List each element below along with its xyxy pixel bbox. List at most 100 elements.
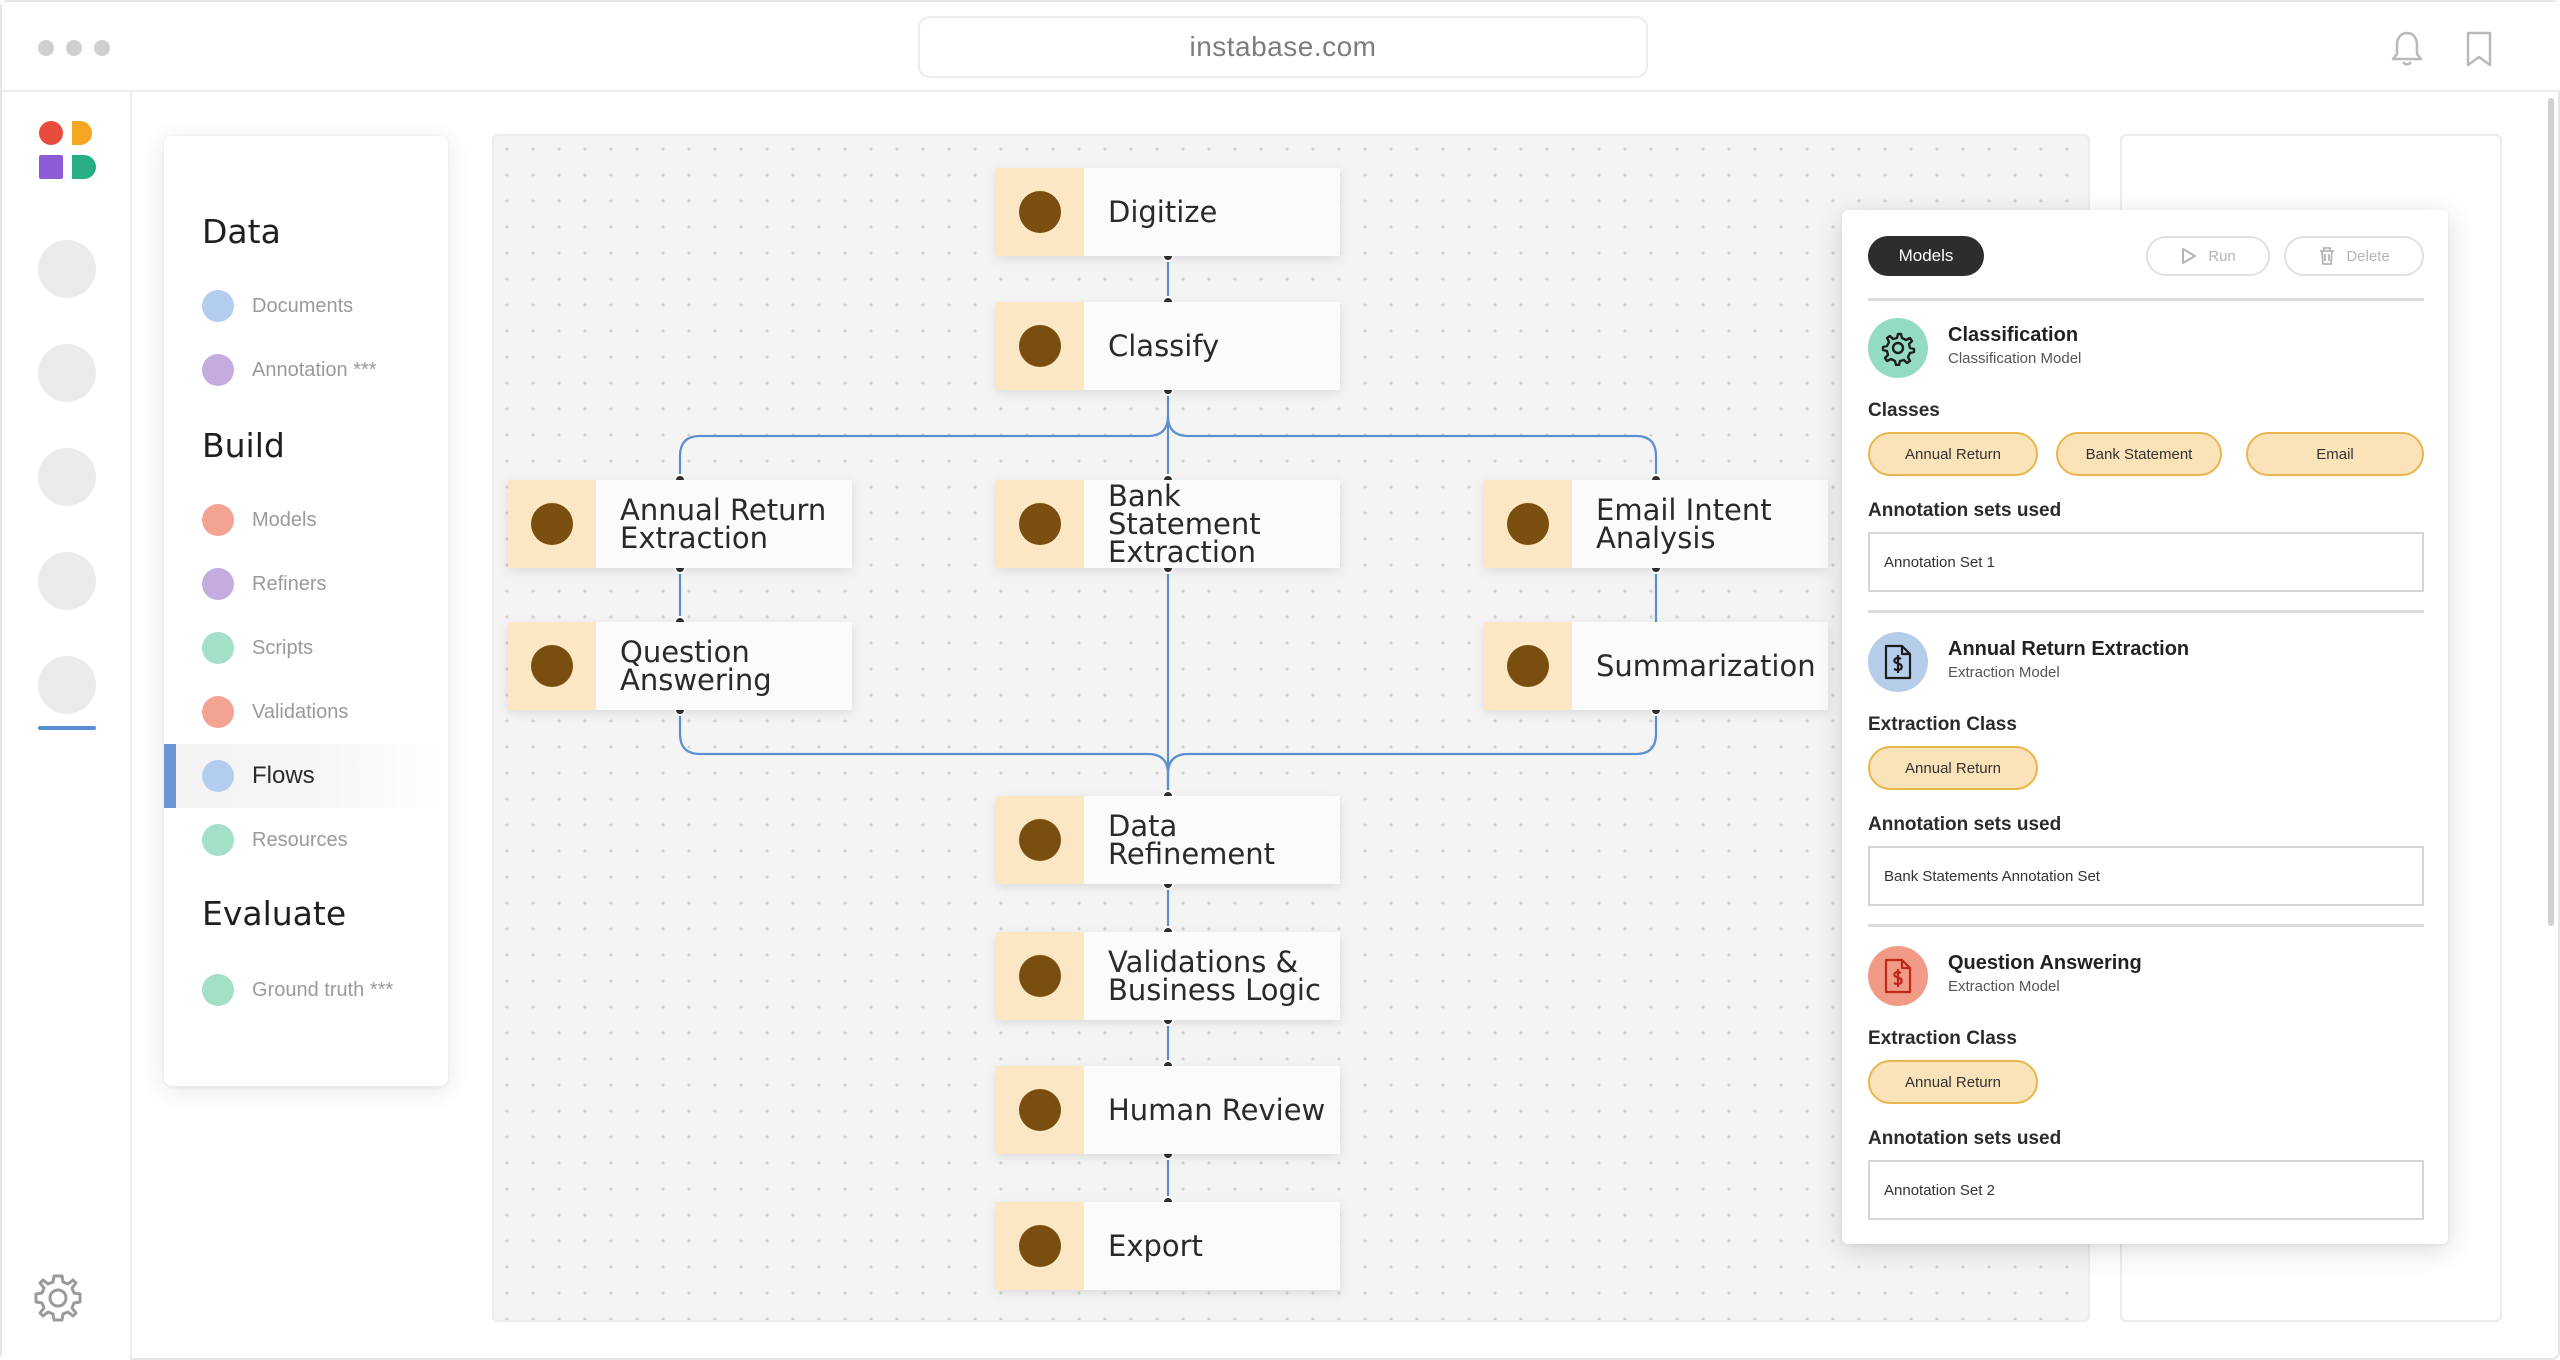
- window-control-dot[interactable]: [38, 40, 54, 56]
- model-type: Extraction Model: [1948, 978, 2060, 995]
- run-button[interactable]: Run: [2146, 236, 2270, 276]
- rail-nav-item[interactable]: [38, 344, 96, 402]
- nav-item-label: Documents: [252, 294, 354, 317]
- nav-section-title: Build: [202, 426, 285, 465]
- classes-label: Classes: [1868, 400, 1940, 421]
- extraction-class-label: Extraction Class: [1868, 714, 2017, 735]
- node-handle[interactable]: [996, 796, 1084, 884]
- flow-node-summarization[interactable]: Summarization: [1484, 622, 1828, 710]
- node-status-dot: [1019, 325, 1061, 367]
- node-label: Annual Return Extraction: [620, 493, 827, 555]
- class-tag[interactable]: Bank Statement: [2056, 432, 2222, 476]
- node-status-dot: [1019, 503, 1061, 545]
- dollar-document-icon: [1884, 644, 1912, 680]
- flow-node-annual-return-extraction[interactable]: Annual Return Extraction: [508, 480, 852, 568]
- nav-item-dot: [202, 290, 234, 322]
- nav-item-label: Flows: [252, 762, 315, 789]
- nav-item-annotation[interactable]: Annotation ***: [164, 338, 448, 402]
- model-icon: [1868, 632, 1928, 692]
- nav-item-ground-truth[interactable]: Ground truth ***: [164, 958, 448, 1022]
- rail-nav-item[interactable]: [38, 552, 96, 610]
- node-label: Digitize: [1108, 195, 1218, 229]
- nav-item-resources[interactable]: Resources: [164, 808, 448, 872]
- class-tag[interactable]: Annual Return: [1868, 432, 2038, 476]
- nav-item-scripts[interactable]: Scripts: [164, 616, 448, 680]
- address-bar[interactable]: instabase.com: [918, 16, 1648, 78]
- node-handle[interactable]: [508, 480, 596, 568]
- rail-nav-item[interactable]: [38, 240, 96, 298]
- node-label: Question Answering: [620, 635, 772, 697]
- nav-item-refiners[interactable]: Refiners: [164, 552, 448, 616]
- divider: [1868, 610, 2424, 613]
- node-handle[interactable]: [996, 302, 1084, 390]
- model-name: Question Answering: [1948, 952, 2142, 974]
- nav-item-validations[interactable]: Validations: [164, 680, 448, 744]
- window-control-dot[interactable]: [94, 40, 110, 56]
- nav-item-dot: [202, 696, 234, 728]
- class-tag[interactable]: Email: [2246, 432, 2424, 476]
- section-nav-card: Data Documents Annotation *** Build Mode…: [164, 136, 448, 1086]
- model-icon: [1868, 318, 1928, 378]
- rail-nav-item[interactable]: [38, 448, 96, 506]
- nav-item-label: Validations: [252, 700, 349, 723]
- node-status-dot: [1507, 503, 1549, 545]
- annotation-set-field[interactable]: Bank Statements Annotation Set: [1868, 846, 2424, 906]
- gear-cog-icon: [1881, 332, 1916, 366]
- node-handle[interactable]: [508, 622, 596, 710]
- node-handle[interactable]: [996, 1202, 1084, 1290]
- flow-node-validations-business-logic[interactable]: Validations & Business Logic: [996, 932, 1340, 1020]
- nav-item-dot: [202, 354, 234, 386]
- flow-node-human-review[interactable]: Human Review: [996, 1066, 1340, 1154]
- nav-item-dot: [202, 568, 234, 600]
- nav-item-dot: [202, 632, 234, 664]
- node-handle[interactable]: [996, 932, 1084, 1020]
- node-handle[interactable]: [996, 1066, 1084, 1154]
- annotation-set-field[interactable]: Annotation Set 2: [1868, 1160, 2424, 1220]
- flow-node-data-refinement[interactable]: Data Refinement: [996, 796, 1340, 884]
- delete-button-label: Delete: [2346, 247, 2390, 265]
- node-handle[interactable]: [996, 168, 1084, 256]
- page-scrollbar[interactable]: [2548, 98, 2554, 926]
- rail-nav-item-active[interactable]: [38, 656, 96, 714]
- model-name: Classification: [1948, 324, 2079, 346]
- node-status-dot: [1019, 819, 1061, 861]
- flow-node-bank-statement-extraction[interactable]: Bank Statement Extraction: [996, 480, 1340, 568]
- annotation-sets-label: Annotation sets used: [1868, 1128, 2062, 1149]
- flow-node-question-answering[interactable]: Question Answering: [508, 622, 852, 710]
- settings-gear-icon[interactable]: [32, 1272, 84, 1324]
- flow-node-export[interactable]: Export: [996, 1202, 1340, 1290]
- flow-node-digitize[interactable]: Digitize: [996, 168, 1340, 256]
- class-tag[interactable]: Annual Return: [1868, 1060, 2038, 1104]
- class-tag[interactable]: Annual Return: [1868, 746, 2038, 790]
- node-label: Bank Statement Extraction: [1108, 479, 1261, 569]
- window-control-dot[interactable]: [66, 40, 82, 56]
- nav-item-flows[interactable]: Flows: [164, 744, 448, 808]
- dollar-document-icon: [1884, 958, 1912, 994]
- models-tab[interactable]: Models: [1868, 236, 1984, 276]
- bookmark-icon[interactable]: [2462, 30, 2496, 68]
- extraction-class-label: Extraction Class: [1868, 1028, 2017, 1049]
- delete-button[interactable]: Delete: [2284, 236, 2424, 276]
- model-type: Classification Model: [1948, 350, 2082, 367]
- node-handle[interactable]: [1484, 622, 1572, 710]
- node-status-dot: [531, 645, 573, 687]
- nav-item-documents[interactable]: Documents: [164, 274, 448, 338]
- model-type: Extraction Model: [1948, 664, 2060, 681]
- node-handle[interactable]: [1484, 480, 1572, 568]
- app-logo[interactable]: [38, 120, 98, 180]
- nav-item-models[interactable]: Models: [164, 488, 448, 552]
- active-indicator: [38, 726, 96, 730]
- window-controls: [38, 40, 110, 56]
- node-handle[interactable]: [996, 480, 1084, 568]
- nav-item-label: Resources: [252, 828, 348, 851]
- divider: [1868, 298, 2424, 301]
- annotation-set-field[interactable]: Annotation Set 1: [1868, 532, 2424, 592]
- flow-node-email-intent-analysis[interactable]: Email Intent Analysis: [1484, 480, 1828, 568]
- bell-icon[interactable]: [2390, 30, 2424, 68]
- nav-section-title: Evaluate: [202, 894, 347, 933]
- nav-item-label: Scripts: [252, 636, 314, 659]
- play-icon: [2182, 248, 2197, 264]
- flow-node-classify[interactable]: Classify: [996, 302, 1340, 390]
- models-panel: Models Run Delete Classification Classif…: [1842, 210, 2448, 1244]
- node-status-dot: [1019, 955, 1061, 997]
